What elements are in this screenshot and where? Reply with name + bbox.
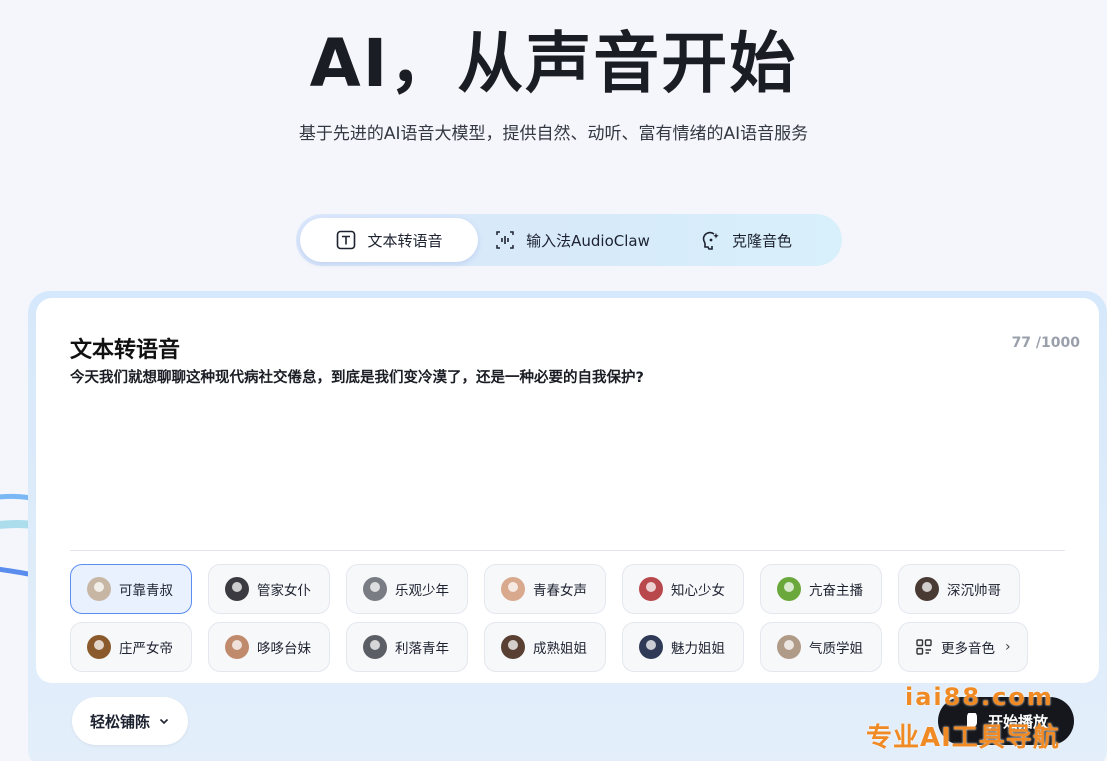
editor-title: 文本转语音 <box>70 338 181 363</box>
grid-icon <box>916 639 932 655</box>
page-title: AI，从声音开始 <box>309 25 798 102</box>
voice-label: 可靠青叔 <box>119 583 173 599</box>
tab-label: 克隆音色 <box>731 231 792 250</box>
avatar <box>225 635 249 659</box>
voice-option[interactable]: 利落青年 <box>346 622 468 672</box>
avatar <box>915 577 939 601</box>
more-voices-button[interactable]: 更多音色 › <box>898 622 1028 672</box>
avatar <box>639 577 663 601</box>
avatar <box>639 635 663 659</box>
watermark-domain: iai88.com <box>905 683 1054 711</box>
avatar <box>777 577 801 601</box>
voice-label: 气质学姐 <box>809 641 863 657</box>
voice-label: 乐观少年 <box>395 583 449 599</box>
voice-label: 亢奋主播 <box>809 583 863 599</box>
avatar <box>501 577 525 601</box>
voice-option[interactable]: 气质学姐 <box>760 622 882 672</box>
voice-option[interactable]: 成熟姐姐 <box>484 622 606 672</box>
avatar <box>87 635 111 659</box>
text-t-icon <box>337 230 356 250</box>
avatar <box>777 635 801 659</box>
tab-label: 输入法AudioClaw <box>526 231 650 250</box>
voice-label: 青春女声 <box>533 583 587 599</box>
voice-option[interactable]: 知心少女 <box>622 564 744 614</box>
voice-option[interactable]: 亢奋主播 <box>760 564 882 614</box>
voice-option[interactable]: 哆哆台妹 <box>208 622 330 672</box>
character-counter: 77 /1000 <box>1011 335 1080 351</box>
voice-option[interactable]: 青春女声 <box>484 564 606 614</box>
chevron-right-icon: › <box>1005 639 1011 655</box>
reading-style-dropdown[interactable]: 轻松铺陈 <box>72 697 188 745</box>
tab-voice-clone[interactable]: 克隆音色 <box>666 218 826 262</box>
voice-option[interactable]: 可靠青叔 <box>70 564 192 614</box>
voice-label: 魅力姐姐 <box>671 641 725 657</box>
tab-audioclaw[interactable]: 输入法AudioClaw <box>478 218 666 262</box>
voice-label: 成熟姐姐 <box>533 641 587 657</box>
voice-clone-icon <box>702 231 719 250</box>
avatar <box>363 577 387 601</box>
avatar <box>87 577 111 601</box>
voice-option[interactable]: 魅力姐姐 <box>622 622 744 672</box>
voice-option[interactable]: 深沉帅哥 <box>898 564 1020 614</box>
tab-label: 文本转语音 <box>367 231 443 250</box>
text-input[interactable]: 今天我们就想聊聊这种现代病社交倦怠，到底是我们变冷漠了，还是一种必要的自我保护? <box>70 368 1050 388</box>
reading-style-label: 轻松铺陈 <box>89 712 150 731</box>
voice-label: 利落青年 <box>395 641 449 657</box>
voice-label: 哆哆台妹 <box>257 641 311 657</box>
audio-wave-icon <box>496 231 514 249</box>
voice-option[interactable]: 管家女仆 <box>208 564 330 614</box>
divider <box>70 550 1065 551</box>
avatar <box>363 635 387 659</box>
tab-text-to-speech[interactable]: 文本转语音 <box>300 218 478 262</box>
voice-option[interactable]: 庄严女帝 <box>70 622 192 672</box>
page-subtitle: 基于先进的AI语音大模型，提供自然、动听、富有情绪的AI语音服务 <box>298 124 809 144</box>
watermark-tagline: 专业AI工具导航 <box>866 723 1060 753</box>
voice-label: 更多音色 <box>941 641 995 657</box>
avatar <box>225 577 249 601</box>
avatar <box>501 635 525 659</box>
voice-label: 深沉帅哥 <box>947 583 1001 599</box>
mode-tabs: 文本转语音 输入法AudioClaw 克隆音色 <box>296 214 842 266</box>
voice-label: 庄严女帝 <box>119 641 173 657</box>
chevron-down-icon <box>159 718 169 725</box>
voice-label: 知心少女 <box>671 583 725 599</box>
voice-option[interactable]: 乐观少年 <box>346 564 468 614</box>
voice-label: 管家女仆 <box>257 583 311 599</box>
